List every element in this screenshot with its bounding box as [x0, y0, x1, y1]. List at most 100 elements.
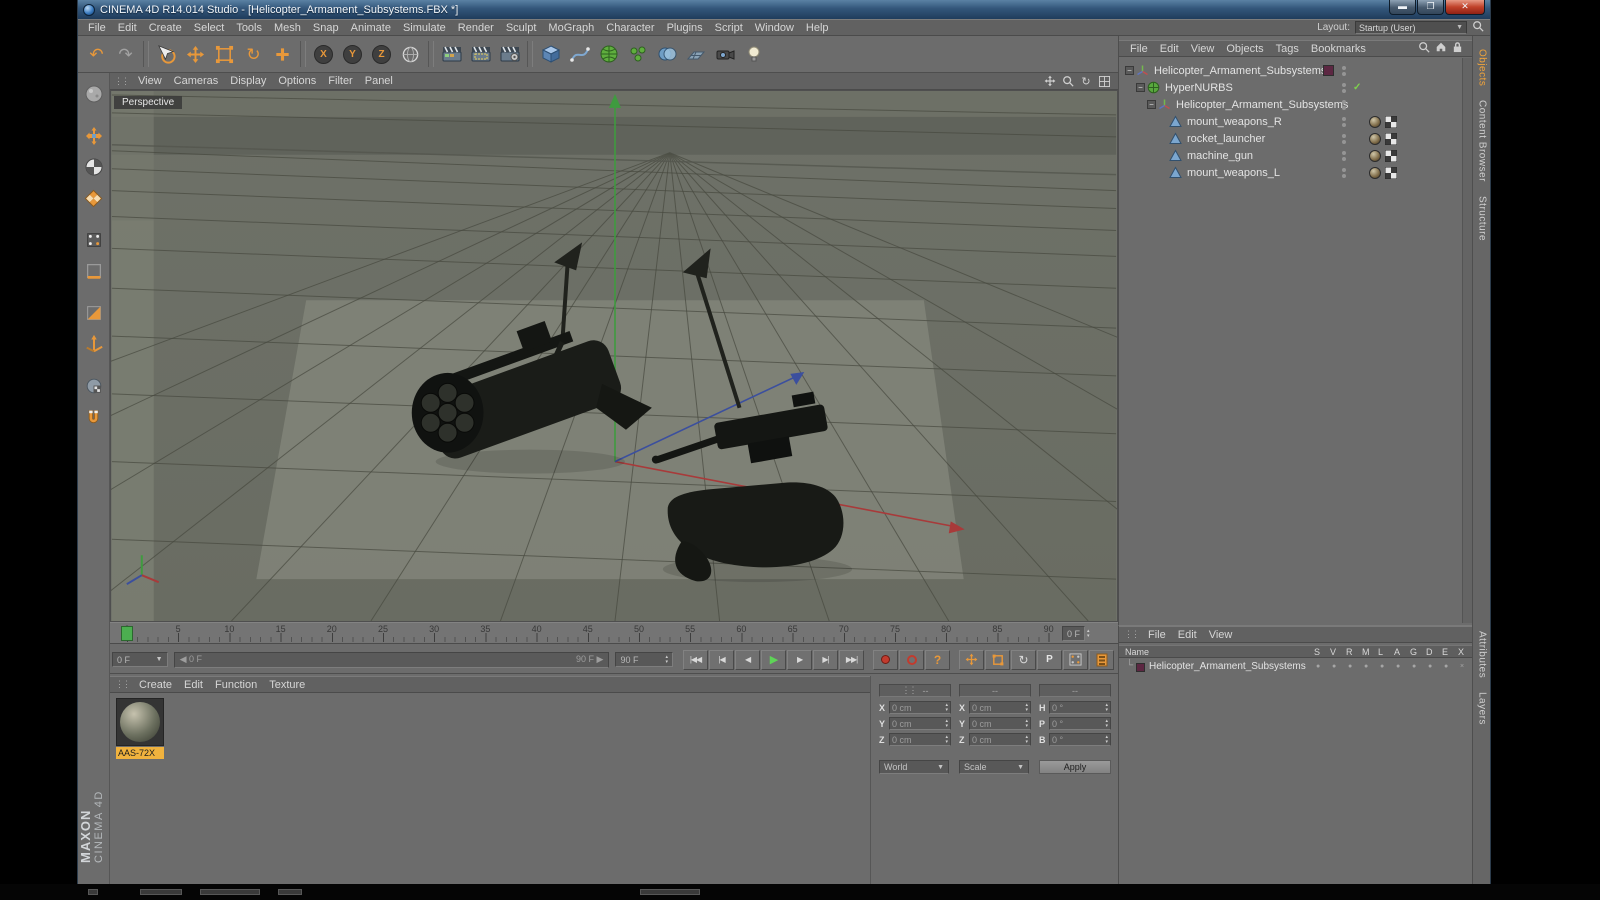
x-size-field[interactable]: 0 cm ▴ ▾ [969, 701, 1031, 714]
rotate-tool-icon[interactable]: ↻ [239, 39, 268, 70]
taskbar-item[interactable] [88, 889, 98, 895]
world-dropdown[interactable]: World ▼ [879, 760, 949, 774]
panel-grip-icon[interactable]: ⋮⋮ [114, 76, 130, 87]
menu-render[interactable]: Render [452, 22, 500, 34]
boolean-icon[interactable] [652, 39, 681, 70]
om-search-icon[interactable] [1418, 40, 1430, 58]
points-mode-icon[interactable] [80, 226, 108, 254]
layers-menu-view[interactable]: View [1203, 629, 1239, 641]
object-name[interactable]: mount_weapons_L [1187, 167, 1280, 179]
om-home-icon[interactable] [1435, 40, 1447, 58]
viewport[interactable]: Perspective [110, 90, 1118, 622]
h-rotation-field[interactable]: 0 ° ▴ ▾ [1049, 701, 1111, 714]
menu-tools[interactable]: Tools [230, 22, 268, 34]
render-settings-icon[interactable] [495, 39, 524, 70]
workplane-mode-icon[interactable] [80, 184, 108, 212]
texture-mode-icon[interactable] [80, 153, 108, 181]
material-name[interactable]: AAS-72X [116, 747, 164, 759]
lock-x-axis-button[interactable]: X [309, 39, 338, 70]
texture-tag-icon[interactable] [1369, 166, 1381, 179]
polygons-mode-icon[interactable] [80, 299, 108, 327]
taskbar-item[interactable] [278, 889, 302, 895]
move-tool-icon[interactable] [181, 39, 210, 70]
tree-row[interactable]: − HyperNURBS ✓ [1121, 79, 1460, 96]
om-menu-objects[interactable]: Objects [1220, 43, 1269, 55]
tree-row[interactable]: rocket_launcher [1121, 130, 1460, 147]
layer-toggle-g[interactable]: ● [1412, 663, 1416, 671]
materials-menu-edit[interactable]: Edit [178, 679, 209, 691]
viewport-solo-icon[interactable] [80, 372, 108, 400]
taskbar-item[interactable] [640, 889, 700, 895]
visibility-dots[interactable] [1342, 116, 1346, 127]
menu-create[interactable]: Create [143, 22, 188, 34]
object-axis-mode-icon[interactable] [80, 330, 108, 358]
viewport-menu-panel[interactable]: Panel [359, 75, 399, 87]
goto-start-button[interactable]: |◀◀ [683, 649, 709, 670]
taskbar-item[interactable] [200, 889, 260, 895]
enabled-check-icon[interactable]: ✓ [1353, 82, 1361, 93]
timeline-playhead[interactable] [121, 626, 133, 641]
layer-toggle-e[interactable]: ● [1444, 663, 1448, 671]
play-button[interactable]: ▶ [761, 649, 787, 670]
tree-row[interactable]: mount_weapons_L [1121, 164, 1460, 181]
timeline-ruler[interactable]: 051015202530354045505560657075808590 0 F… [110, 622, 1118, 644]
visibility-dots[interactable] [1342, 150, 1346, 161]
menu-help[interactable]: Help [800, 22, 835, 34]
layer-toggle-r[interactable]: ● [1348, 663, 1352, 671]
visibility-dots[interactable] [1342, 82, 1346, 93]
layout-dropdown[interactable]: Startup (User) ▼ [1355, 21, 1467, 34]
frame-stepper[interactable]: ▴ ▾ [1087, 628, 1090, 639]
search-icon[interactable] [1472, 19, 1484, 37]
floor-icon[interactable] [681, 39, 710, 70]
visibility-dots[interactable] [1342, 99, 1346, 110]
panel-tab-structure[interactable]: Structure [1477, 189, 1488, 248]
menu-sculpt[interactable]: Sculpt [500, 22, 543, 34]
add-cube-icon[interactable] [536, 39, 565, 70]
y-size-field[interactable]: 0 cm ▴ ▾ [969, 717, 1031, 730]
panel-tab-layers[interactable]: Layers [1477, 685, 1488, 732]
taskbar[interactable] [0, 884, 1600, 900]
layer-toggle-d[interactable]: ● [1428, 663, 1432, 671]
record-position-toggle[interactable] [959, 649, 985, 670]
view-label[interactable]: Perspective [114, 96, 183, 109]
object-name[interactable]: Helicopter_Armament_Subsystems [1176, 99, 1348, 111]
object-name[interactable]: HyperNURBS [1165, 82, 1233, 94]
om-menu-view[interactable]: View [1185, 43, 1221, 55]
layer-toggle-s[interactable]: ● [1316, 663, 1320, 671]
menu-script[interactable]: Script [709, 22, 749, 34]
materials-menu-create[interactable]: Create [133, 679, 178, 691]
scale-dropdown[interactable]: Scale ▼ [959, 760, 1029, 774]
materials-menu-function[interactable]: Function [209, 679, 263, 691]
render-region-icon[interactable] [466, 39, 495, 70]
undo-icon[interactable]: ↶ [82, 39, 111, 70]
make-editable-icon[interactable] [80, 80, 108, 108]
end-frame-field[interactable]: 90 F ▴ ▾ [615, 652, 674, 667]
panel-tab-attributes[interactable]: Attributes [1477, 624, 1488, 685]
coordinate-system-icon[interactable] [396, 39, 425, 70]
add-spline-icon[interactable] [565, 39, 594, 70]
panel-grip-icon[interactable]: ⋮⋮ [1124, 629, 1140, 640]
om-menu-file[interactable]: File [1124, 43, 1154, 55]
render-view-icon[interactable] [437, 39, 466, 70]
pan-view-icon[interactable] [1043, 74, 1057, 88]
close-button[interactable]: ✕ [1445, 0, 1485, 15]
live-selection-icon[interactable] [152, 39, 181, 70]
material-item[interactable]: AAS-72X [116, 698, 164, 759]
panel-grip-icon[interactable]: ⋮⋮ [115, 679, 131, 690]
record-rotation-toggle[interactable]: ↻ [1011, 649, 1037, 670]
layer-row[interactable]: └ Helicopter_Armament_Subsystems ● ● ● ● ● ● ●… [1119, 660, 1472, 675]
object-name[interactable]: machine_gun [1187, 150, 1253, 162]
layer-toggle-v[interactable]: ● [1332, 663, 1336, 671]
array-generator-icon[interactable] [623, 39, 652, 70]
panel-tab-content-browser[interactable]: Content Browser [1477, 93, 1488, 189]
preview-range-slider[interactable]: ◀ 0 F 90 F ▶ [173, 651, 610, 668]
visibility-dots[interactable] [1342, 133, 1346, 144]
om-scrollbar[interactable] [1462, 58, 1472, 623]
texture-tag-icon[interactable] [1369, 115, 1381, 128]
goto-end-button[interactable]: ▶▶| [839, 649, 865, 670]
minimize-button[interactable]: ▬ [1389, 0, 1416, 15]
next-key-button[interactable]: ▶| [813, 649, 839, 670]
viewport-menu-options[interactable]: Options [272, 75, 322, 87]
object-name[interactable]: Helicopter_Armament_Subsystems [1154, 65, 1326, 77]
z-size-field[interactable]: 0 cm ▴ ▾ [969, 733, 1031, 746]
